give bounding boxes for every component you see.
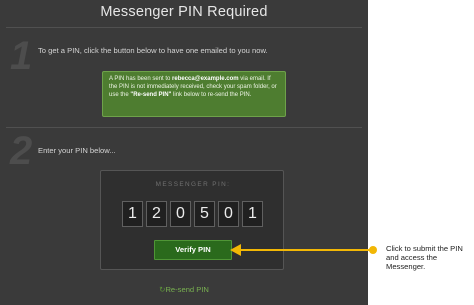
pin-digit-group: 1 2 0 5 0 1 [122, 201, 263, 227]
pin-digit-6[interactable]: 1 [242, 201, 263, 227]
pin-digit-5[interactable]: 0 [218, 201, 239, 227]
notice-text-part-1: A PIN has been sent to [109, 76, 173, 82]
notice-resend-reference: "Re-send PIN" [130, 92, 172, 98]
notice-text-part-3: link below to re-send the PIN. [171, 92, 252, 98]
page-title: Messenger PIN Required [100, 4, 268, 20]
step-1-number: 1 [10, 34, 33, 78]
pin-digit-2[interactable]: 2 [146, 201, 167, 227]
resend-pin-link[interactable]: ↻Re-send PIN [0, 285, 368, 294]
resend-pin-label: Re-send PIN [165, 285, 209, 294]
step-2-number: 2 [10, 129, 33, 173]
callout-arrow-dot [369, 246, 377, 254]
verify-pin-button[interactable]: Verify PIN [154, 240, 232, 260]
divider [6, 127, 362, 128]
callout-text: Click to submit the PIN and access the M… [386, 244, 463, 271]
pin-digit-4[interactable]: 5 [194, 201, 215, 227]
pin-panel: Messenger PIN Required 1 To get a PIN, c… [0, 0, 368, 305]
screenshot-stage: Messenger PIN Required 1 To get a PIN, c… [0, 0, 474, 305]
pin-entry-box: MESSENGER PIN: 1 2 0 5 0 1 Verify PIN [100, 170, 284, 270]
callout-arrow-head [230, 244, 241, 256]
divider [6, 27, 362, 28]
notice-email: rebecca@example.com [172, 76, 239, 82]
pin-sent-notice: A PIN has been sent to rebecca@example.c… [102, 71, 286, 117]
pin-digit-1[interactable]: 1 [122, 201, 143, 227]
step-1-text: To get a PIN, click the button below to … [38, 46, 268, 55]
step-2-text: Enter your PIN below... [38, 146, 116, 155]
pin-label: MESSENGER PIN: [155, 181, 231, 188]
callout-arrow-line [240, 249, 373, 251]
pin-digit-3[interactable]: 0 [170, 201, 191, 227]
